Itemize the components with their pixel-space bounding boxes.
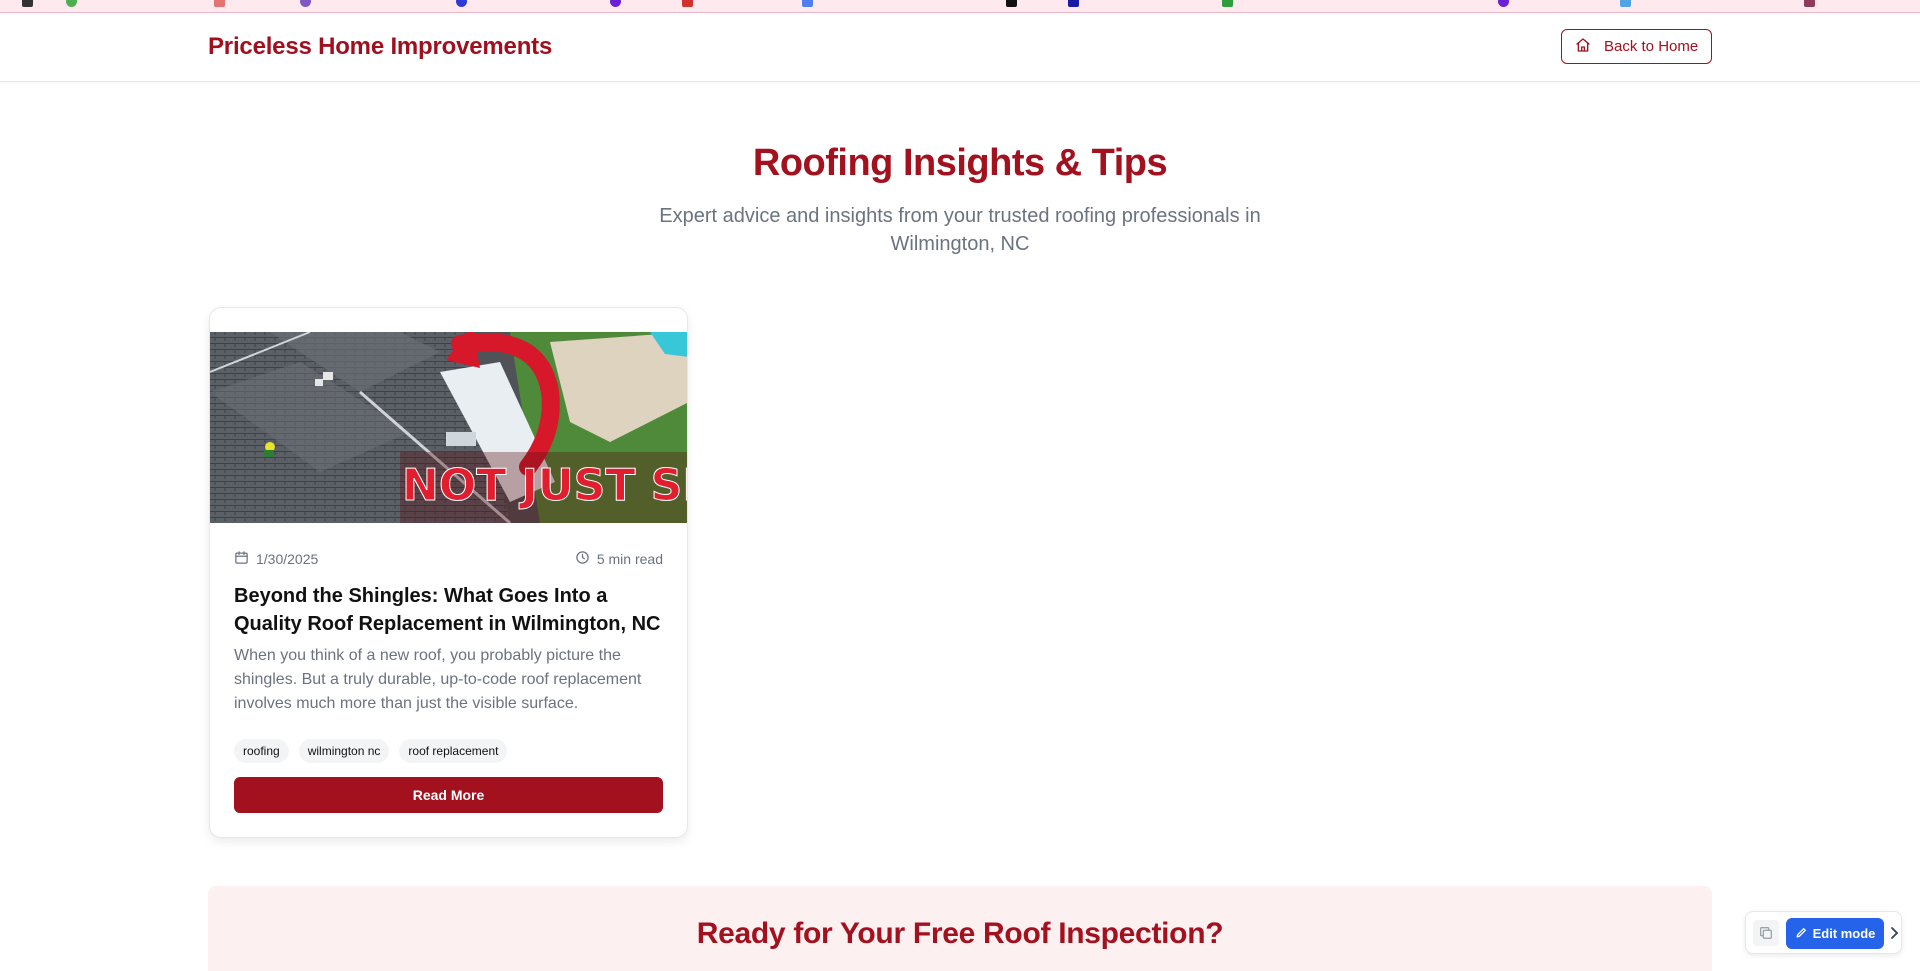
post-tags: roofing wilmington nc roof replacement (234, 739, 508, 763)
cta-section: Ready for Your Free Roof Inspection? (208, 886, 1712, 971)
bookmark-icon[interactable] (1222, 0, 1233, 7)
bookmark-icon[interactable] (22, 0, 33, 7)
bookmark-icon[interactable] (1068, 0, 1079, 7)
bookmark-icon[interactable] (214, 0, 225, 7)
chevron-right-icon[interactable] (1888, 924, 1900, 942)
post-date-text: 1/30/2025 (256, 551, 319, 567)
bookmark-icon[interactable] (1498, 0, 1509, 7)
bookmark-icon[interactable] (456, 0, 467, 7)
bookmark-icon[interactable] (802, 0, 813, 7)
thumbnail-caption: NOT JUST SHINGLES (402, 460, 688, 511)
post-meta: 1/30/2025 5 min read (234, 549, 663, 569)
cta-title: Ready for Your Free Roof Inspection? (696, 917, 1224, 950)
edit-mode-button[interactable]: Edit mode (1786, 918, 1884, 949)
back-to-home-label: Back to Home (1604, 38, 1699, 55)
edit-mode-label: Edit mode (1812, 926, 1876, 941)
read-more-button[interactable]: Read More (234, 777, 663, 813)
edit-mode-widget: Edit mode (1745, 911, 1902, 954)
pencil-icon (1795, 926, 1808, 942)
tag-badge: roofing (234, 739, 289, 763)
post-excerpt: When you think of a new roof, you probab… (234, 647, 642, 712)
bookmark-icon[interactable] (66, 0, 77, 7)
post-read-time-text: 5 min read (596, 551, 663, 567)
clock-icon (575, 550, 590, 568)
bookmark-icon[interactable] (1620, 0, 1631, 7)
page-title: Roofing Insights & Tips (752, 142, 1168, 184)
calendar-icon (234, 550, 249, 568)
bookmark-icon[interactable] (1006, 0, 1017, 7)
post-read-time: 5 min read (575, 550, 663, 568)
home-icon (1575, 37, 1591, 57)
post-title[interactable]: Beyond the Shingles: What Goes Into a Qu… (234, 582, 663, 638)
page-subtitle: Expert advice and insights from your tru… (659, 205, 1261, 255)
site-header: Priceless Home Improvements Back to Home (0, 13, 1920, 82)
bookmark-icon[interactable] (300, 0, 311, 7)
bookmark-icon[interactable] (1804, 0, 1815, 7)
blog-post-card: NOT JUST SHINGLES 1/30/2025 5 min read B… (209, 307, 688, 838)
tag-badge: roof replacement (399, 739, 508, 763)
bookmarks-bar (0, 0, 1920, 13)
bookmark-icon[interactable] (610, 0, 621, 7)
post-date: 1/30/2025 (234, 550, 318, 568)
bookmark-icon[interactable] (682, 0, 693, 7)
tag-badge: wilmington nc (298, 739, 390, 763)
post-thumbnail[interactable]: NOT JUST SHINGLES (210, 332, 688, 523)
copy-icon[interactable] (1753, 920, 1779, 946)
brand-logo-text[interactable]: Priceless Home Improvements (208, 33, 552, 61)
back-to-home-button[interactable]: Back to Home (1561, 29, 1712, 64)
